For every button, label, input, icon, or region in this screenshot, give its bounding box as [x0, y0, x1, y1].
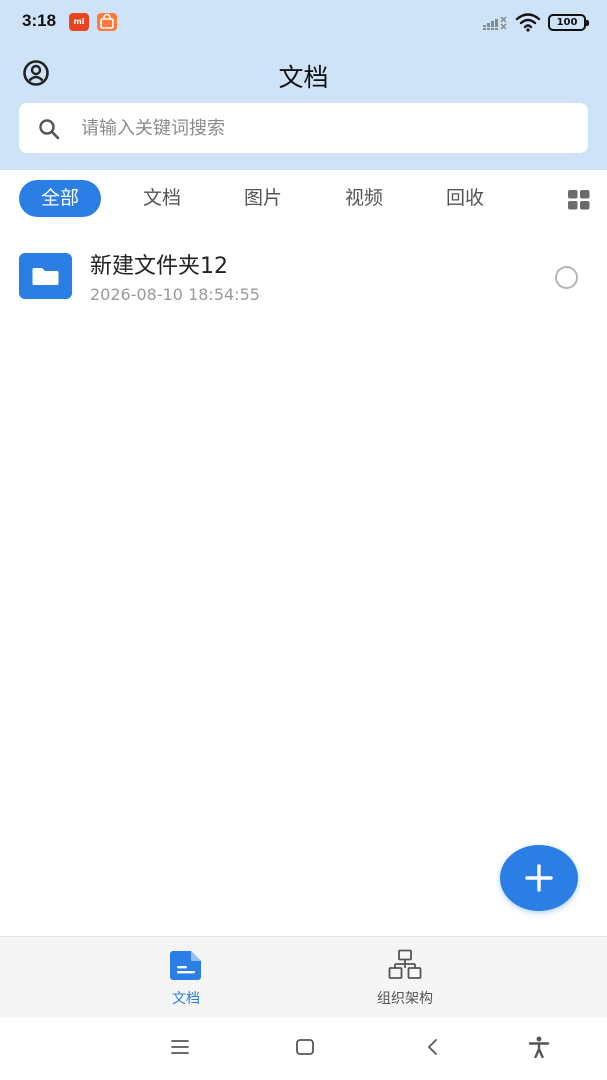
tab-recycle[interactable]: 回收: [424, 180, 506, 217]
search-icon: [38, 118, 60, 144]
tab-images[interactable]: 图片: [222, 180, 304, 217]
list-item[interactable]: 新建文件夹12 2026-08-10 18:54:55: [0, 235, 607, 320]
menu-icon[interactable]: [170, 1038, 190, 1060]
status-time: 3:18: [22, 11, 57, 30]
nav-item-org-structure[interactable]: 组织架构: [335, 937, 475, 1019]
page-title: 文档: [278, 63, 329, 92]
file-date: 2026-08-10 18:54:55: [90, 285, 260, 304]
nav-item-documents[interactable]: 文档: [116, 937, 256, 1019]
wifi-icon: [515, 12, 541, 36]
signal-icon: [483, 14, 509, 34]
plus-icon: [525, 864, 553, 892]
back-icon[interactable]: [425, 1038, 441, 1060]
shop-app-badge-icon: [97, 13, 117, 31]
select-checkbox[interactable]: [555, 266, 578, 289]
filter-tabs: 全部 文档 图片 视频 回收: [0, 180, 607, 220]
tab-all[interactable]: 全部: [19, 180, 101, 217]
header-area: 3:18 mi 100 文档 请输入关键词搜索: [0, 0, 607, 170]
add-button[interactable]: [500, 845, 578, 911]
system-nav-bar: [0, 1018, 607, 1080]
folder-icon: [19, 253, 72, 303]
status-bar: 3:18 mi 100: [0, 0, 607, 44]
bottom-nav: 文档 组织架构: [0, 936, 607, 1018]
search-input[interactable]: [81, 103, 571, 153]
accessibility-icon[interactable]: [528, 1036, 550, 1062]
grid-view-icon[interactable]: [567, 189, 591, 211]
tab-videos[interactable]: 视频: [323, 180, 405, 217]
search-box[interactable]: [19, 103, 588, 153]
battery-indicator: 100: [548, 14, 589, 31]
document-icon: [116, 949, 256, 985]
nav-label-documents: 文档: [172, 991, 200, 1007]
org-chart-icon: [335, 949, 475, 985]
nav-label-org-structure: 组织架构: [377, 991, 433, 1007]
tab-documents[interactable]: 文档: [121, 180, 203, 217]
home-icon[interactable]: [295, 1038, 315, 1060]
file-name: 新建文件夹12: [90, 254, 228, 279]
mi-app-badge-icon: mi: [69, 13, 89, 31]
